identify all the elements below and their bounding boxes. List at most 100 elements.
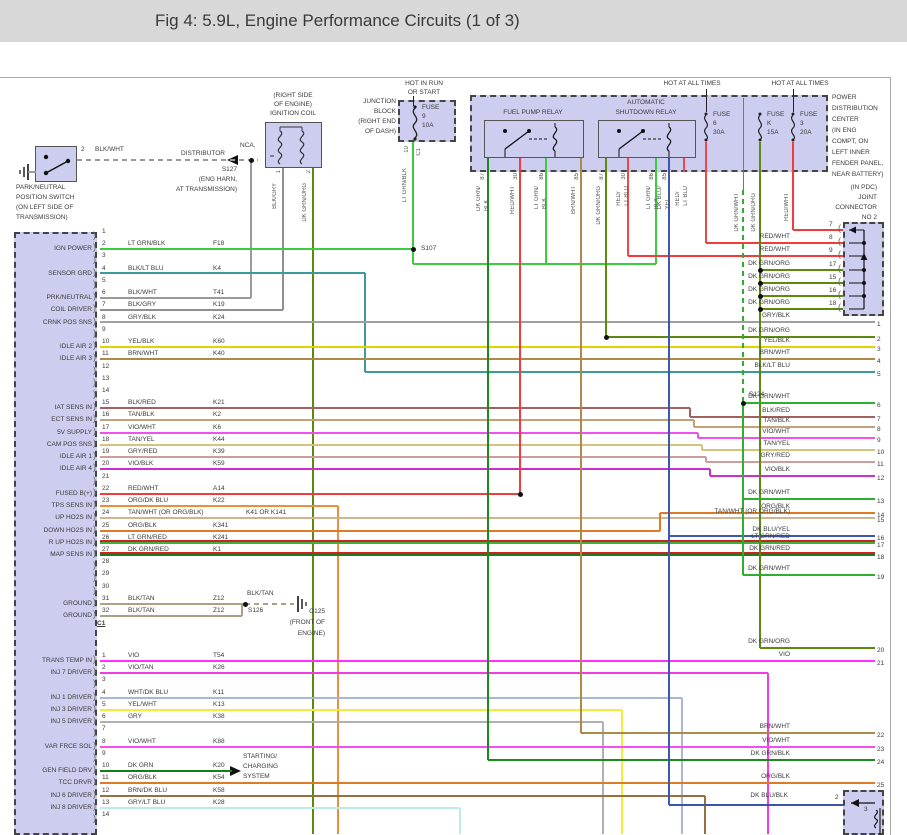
- pcm-pin-arc: ): [93, 598, 96, 607]
- pcm-pin-arc: ): [93, 573, 96, 582]
- joint-pin-number: 15: [829, 274, 836, 282]
- rotated-wire-label: 86: [648, 173, 656, 180]
- asd-relay-box: [598, 120, 696, 158]
- wire-segment: [100, 807, 460, 809]
- junction-dot: [758, 294, 763, 299]
- caption-pdc-label: DISTRIBUTION: [832, 105, 878, 113]
- wire-segment: [100, 615, 242, 617]
- rotated-label-line: 30: [512, 173, 520, 180]
- caption-pdc-label: LEFT INNER: [832, 149, 870, 157]
- rotated-label-line: DK GRN/ORG: [595, 186, 603, 225]
- junction-dot: [758, 281, 763, 286]
- right-pin-number: 11: [877, 461, 884, 469]
- pcm-pin-label: CRNK POS SNS: [43, 319, 92, 327]
- wire-segment: [760, 647, 875, 649]
- wire-segment: [760, 295, 843, 297]
- right-wire-label: VIO/BLK: [765, 466, 790, 474]
- circuit-code: K39: [213, 448, 225, 456]
- rotated-wire-label: DK GRN/ORG: [595, 186, 603, 225]
- pcm-pin-arc: ): [93, 304, 96, 313]
- pcm-pin-label: INJ 3 DRIVER: [50, 706, 92, 714]
- pcm-pin-arc: ): [93, 341, 96, 350]
- wire-segment: [743, 498, 875, 500]
- rotated-label-line: 1: [275, 170, 283, 173]
- pcm-pin-number: 25: [102, 522, 109, 530]
- right-pin-number: 6: [877, 402, 881, 410]
- wire-segment: [245, 603, 294, 605]
- caption-pdc-label: CENTER: [832, 116, 859, 124]
- wire-segment: [365, 371, 875, 373]
- right-wire-label: VIO/WHT: [762, 428, 790, 436]
- rotated-wire-label: 10: [403, 146, 411, 153]
- pcm-pin-arc: ): [93, 255, 96, 264]
- rotated-label-line: LT GRN/: [533, 186, 541, 209]
- pcm-pin-arc: ): [93, 525, 96, 534]
- pcm-pin-arc: ): [93, 353, 96, 362]
- right-wire-label: BRN/WHT: [760, 723, 790, 731]
- pcm-pin-number: 4: [102, 689, 106, 697]
- rotated-label-line: 86: [538, 173, 546, 180]
- switch-symbol-icon: [36, 147, 78, 183]
- right-wire-label: BRN/WHT: [760, 349, 790, 357]
- caption-pcm-c1_tag: C1: [97, 620, 105, 628]
- rotated-label-line: RED/: [674, 186, 682, 206]
- pcm-pin-label: IAT SENS IN: [55, 404, 92, 412]
- wire-segment: [488, 759, 875, 761]
- caption-pdc-label: NEAR BATTERY): [832, 171, 883, 179]
- pcm-pin-label: TRANS TEMP IN: [42, 657, 92, 665]
- rotated-wire-label: LT GRN/BLK: [401, 168, 409, 202]
- caption-switch-wire: BLK/WHT: [95, 146, 124, 154]
- rotated-label-line: LT BLU: [623, 186, 631, 206]
- wire-segment: [702, 449, 875, 451]
- relay-symbol-icon: [485, 121, 585, 159]
- caption-junction-label: BLOCK: [374, 108, 396, 116]
- wire-segment: [698, 437, 875, 439]
- pcm-pin-number: 14: [102, 387, 109, 395]
- right-pin-number: 13: [877, 498, 884, 506]
- rotated-label-line: 85: [573, 173, 581, 180]
- wire-color-label: ORG/DK BLU: [128, 497, 168, 505]
- circuit-code: Z12: [213, 607, 224, 615]
- wire-segment: [100, 419, 694, 421]
- right-pin-number: 25: [877, 782, 884, 790]
- joint-pin-number: 17: [829, 261, 836, 269]
- wire-segment: [100, 505, 338, 507]
- wire-segment: [100, 770, 232, 772]
- circuit-code: A14: [213, 485, 225, 493]
- circuit-code: K41 OR K141: [246, 509, 286, 517]
- pcm-pin-arc: ): [93, 329, 96, 338]
- wire-color-label: BRN/DK BLU: [128, 787, 167, 795]
- rotated-wire-label: 2: [305, 170, 313, 173]
- right-pin-number: 15: [877, 517, 884, 525]
- circuit-code: K38: [213, 713, 225, 721]
- joint-wire-label: DK GRN/ORG: [748, 273, 790, 281]
- pcm-pin-arc: ): [93, 586, 96, 595]
- rotated-wire-label: 1: [275, 170, 283, 173]
- wire-segment: [743, 402, 875, 404]
- wire-segment: [100, 493, 520, 495]
- fuse-k-icon: [754, 112, 766, 142]
- right-pin-number: 3: [877, 346, 881, 354]
- rotated-label-line: LT BLU: [682, 186, 690, 206]
- wire-segment: [77, 159, 258, 161]
- pcm-pin-label: INJ 8 DRIVER: [50, 804, 92, 812]
- caption-charging: STARTING/: [243, 753, 277, 761]
- right-pin-number: 24: [877, 759, 884, 767]
- joint-connector-box: [843, 222, 884, 316]
- pcm-pin-label: IDLE AIR 1: [60, 453, 92, 461]
- wire-color-label: WHT/DK BLU: [128, 689, 168, 697]
- caption-grounds-s124: S124: [749, 391, 764, 399]
- junction-dot: [758, 268, 763, 273]
- pcm-pin-number: 24: [102, 509, 109, 517]
- wire-color-label: LT GRN/BLK: [128, 240, 165, 248]
- pcm-pin-label: GROUND: [63, 612, 92, 620]
- pcm-pin-label: IDLE AIR 4: [60, 465, 92, 473]
- pcm-pin-arc: ): [93, 427, 96, 436]
- caption-pdc-relay2_title: AUTOMATIC: [627, 99, 665, 107]
- pcm-pin-number: 10: [102, 338, 109, 346]
- wire-color-label: TAN/BLK: [128, 411, 155, 419]
- joint-pin-arc: (: [838, 303, 841, 312]
- right-wire-label: TAN/YEL: [763, 440, 790, 448]
- rotated-label-line: DK GRN/ORG: [301, 183, 309, 222]
- caption-bottom_conn-label: DK BLU/BLK: [750, 792, 788, 800]
